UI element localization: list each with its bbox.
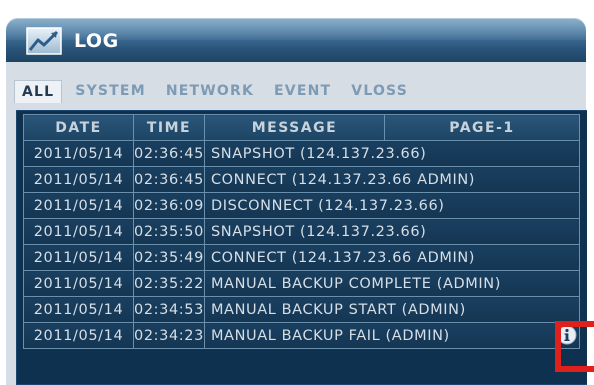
cell-time: 02:35:49 [133, 244, 205, 271]
table-row[interactable]: 2011/05/14 02:35:50 SNAPSHOT (124.137.23… [23, 218, 580, 245]
tab-event[interactable]: EVENT [267, 80, 338, 102]
tab-bar: ALL SYSTEM NETWORK EVENT VLOSS [14, 78, 421, 104]
cell-message: CONNECT (124.137.23.66 ADMIN) [203, 244, 580, 271]
table-header-row: DATE TIME MESSAGE PAGE-1 [23, 114, 580, 141]
table-row[interactable]: 2011/05/14 02:35:22 MANUAL BACKUP COMPLE… [23, 270, 580, 297]
tab-network[interactable]: NETWORK [159, 80, 261, 102]
table-row[interactable]: 2011/05/14 02:34:53 MANUAL BACKUP START … [23, 296, 580, 323]
cell-date: 2011/05/14 [23, 322, 134, 349]
cell-time: 02:34:23 [133, 322, 205, 349]
table-row[interactable]: 2011/05/14 02:36:09 DISCONNECT (124.137.… [23, 192, 580, 219]
cell-date: 2011/05/14 [23, 296, 134, 323]
tab-all[interactable]: ALL [14, 79, 63, 103]
cell-time: 02:36:45 [133, 140, 205, 167]
cell-message: MANUAL BACKUP COMPLETE (ADMIN) [203, 270, 580, 297]
cell-date: 2011/05/14 [23, 192, 134, 219]
cell-time: 02:36:09 [133, 192, 205, 219]
cell-time: 02:35:50 [133, 218, 205, 245]
table-row[interactable]: 2011/05/14 02:36:45 CONNECT (124.137.23.… [23, 166, 580, 193]
page-indicator[interactable]: PAGE-1 [383, 114, 580, 141]
cell-time: 02:34:53 [133, 296, 205, 323]
table-row[interactable]: 2011/05/14 02:34:23 MANUAL BACKUP FAIL (… [23, 322, 580, 349]
cell-message: MANUAL BACKUP START (ADMIN) [203, 296, 580, 323]
column-header-message[interactable]: MESSAGE [203, 114, 385, 141]
cell-message: MANUAL BACKUP FAIL (ADMIN) [203, 322, 580, 349]
log-table-container: DATE TIME MESSAGE PAGE-1 2011/05/14 02:3… [16, 110, 587, 385]
tab-vloss[interactable]: VLOSS [344, 80, 415, 102]
log-screen: LOG ALL SYSTEM NETWORK EVENT VLOSS DATE … [0, 0, 594, 385]
cell-date: 2011/05/14 [23, 270, 134, 297]
cell-date: 2011/05/14 [23, 166, 134, 193]
title-bar: LOG [6, 18, 586, 62]
column-header-date[interactable]: DATE [23, 114, 134, 141]
cell-date: 2011/05/14 [23, 244, 134, 271]
table-row[interactable]: 2011/05/14 02:36:45 SNAPSHOT (124.137.23… [23, 140, 580, 167]
cell-time: 02:35:22 [133, 270, 205, 297]
cell-time: 02:36:45 [133, 166, 205, 193]
cell-message: CONNECT (124.137.23.66 ADMIN) [203, 166, 580, 193]
cell-message: SNAPSHOT (124.137.23.66) [203, 218, 580, 245]
cell-message: SNAPSHOT (124.137.23.66) [203, 140, 580, 167]
chart-logo-icon [26, 27, 62, 55]
column-header-time[interactable]: TIME [133, 114, 205, 141]
table-row[interactable]: 2011/05/14 02:35:49 CONNECT (124.137.23.… [23, 244, 580, 271]
cell-message: DISCONNECT (124.137.23.66) [203, 192, 580, 219]
cell-date: 2011/05/14 [23, 218, 134, 245]
log-table: DATE TIME MESSAGE PAGE-1 2011/05/14 02:3… [23, 114, 580, 349]
window-title: LOG [74, 30, 119, 52]
highlight-box [555, 321, 594, 372]
cell-date: 2011/05/14 [23, 140, 134, 167]
tab-system[interactable]: SYSTEM [68, 80, 153, 102]
